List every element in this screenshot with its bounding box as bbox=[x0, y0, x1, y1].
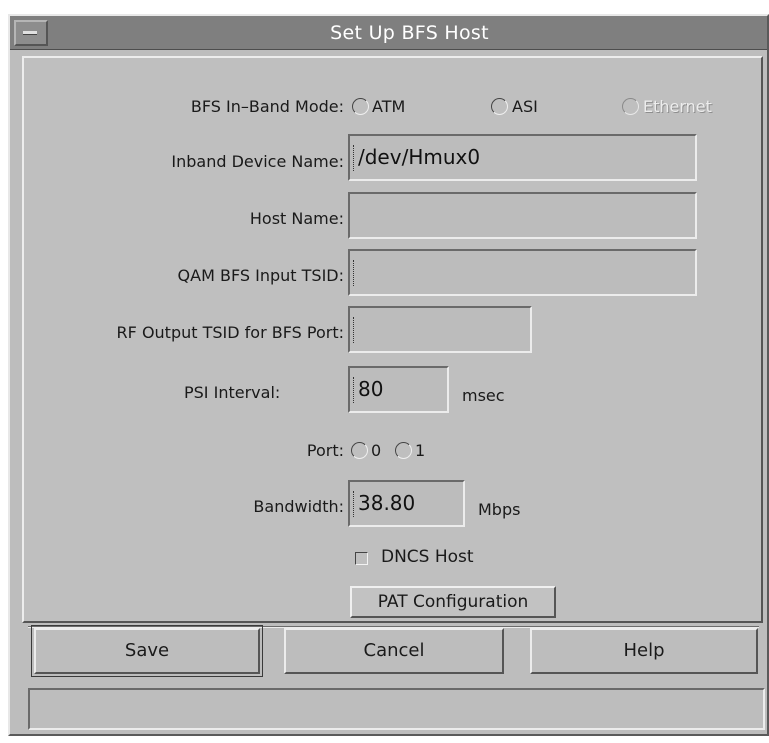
text-caret bbox=[353, 145, 355, 171]
bandwidth-label: Bandwidth: bbox=[253, 497, 344, 516]
asi-radio[interactable] bbox=[491, 98, 508, 115]
inband-mode-label: BFS In–Band Mode: bbox=[190, 97, 344, 116]
psi-interval-label: PSI Interval: bbox=[184, 383, 281, 402]
port-label: Port: bbox=[306, 441, 344, 460]
psi-interval-value: 80 bbox=[358, 377, 384, 401]
port-0-label[interactable]: 0 bbox=[371, 441, 381, 460]
atm-radio[interactable] bbox=[352, 98, 369, 115]
form-panel: BFS In–Band Mode: ATM ASI Ethernet Inban… bbox=[22, 56, 763, 623]
qam-tsid-label: QAM BFS Input TSID: bbox=[177, 266, 344, 285]
dncs-host-checkbox[interactable] bbox=[355, 552, 368, 565]
cancel-button[interactable]: Cancel bbox=[284, 628, 504, 674]
text-caret bbox=[353, 377, 355, 403]
status-bar bbox=[28, 688, 765, 730]
port-1-radio[interactable] bbox=[395, 442, 412, 459]
device-name-input[interactable]: /dev/Hmux0 bbox=[348, 134, 697, 181]
psi-interval-unit: msec bbox=[462, 386, 505, 405]
window-title: Set Up BFS Host bbox=[330, 22, 489, 44]
port-0-radio[interactable] bbox=[351, 442, 368, 459]
text-caret bbox=[353, 260, 355, 286]
title-bar[interactable]: Set Up BFS Host bbox=[10, 16, 767, 50]
port-1-label[interactable]: 1 bbox=[415, 441, 425, 460]
host-name-label: Host Name: bbox=[249, 209, 344, 228]
asi-radio-label[interactable]: ASI bbox=[512, 97, 538, 116]
rf-tsid-input[interactable] bbox=[348, 306, 532, 353]
save-button[interactable]: Save bbox=[31, 625, 263, 677]
bandwidth-input[interactable]: 38.80 bbox=[348, 480, 465, 527]
atm-radio-label[interactable]: ATM bbox=[372, 97, 405, 116]
window-menu-button[interactable] bbox=[14, 20, 48, 46]
text-caret bbox=[353, 491, 355, 517]
bandwidth-unit: Mbps bbox=[478, 500, 521, 519]
device-name-label: Inband Device Name: bbox=[171, 152, 344, 171]
ethernet-radio-label: Ethernet bbox=[643, 97, 712, 116]
text-caret bbox=[353, 317, 355, 343]
help-button[interactable]: Help bbox=[530, 628, 758, 674]
psi-interval-input[interactable]: 80 bbox=[348, 366, 449, 413]
bandwidth-value: 38.80 bbox=[358, 491, 416, 515]
device-name-value: /dev/Hmux0 bbox=[358, 145, 481, 169]
host-name-input[interactable] bbox=[348, 192, 697, 239]
pat-configuration-button[interactable]: PAT Configuration bbox=[350, 586, 556, 618]
rf-tsid-label: RF Output TSID for BFS Port: bbox=[116, 323, 344, 342]
ethernet-radio bbox=[622, 98, 639, 115]
qam-tsid-input[interactable] bbox=[348, 249, 697, 296]
dncs-host-label[interactable]: DNCS Host bbox=[381, 547, 474, 567]
setup-bfs-host-window: Set Up BFS Host BFS In–Band Mode: ATM AS… bbox=[8, 14, 769, 736]
